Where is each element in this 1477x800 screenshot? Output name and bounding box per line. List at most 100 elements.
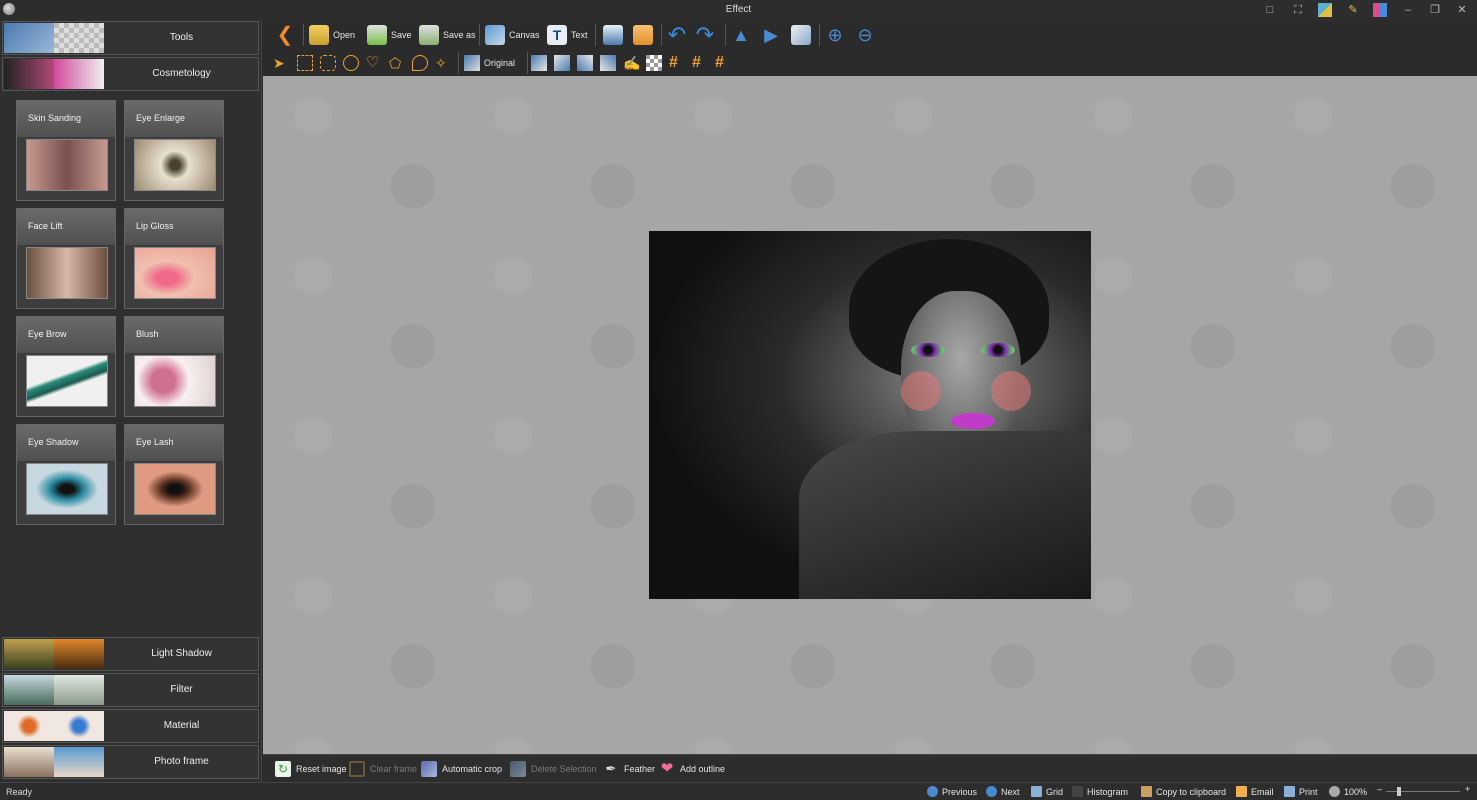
save-icon: [367, 25, 387, 45]
editing-canvas[interactable]: [263, 76, 1477, 754]
effect-eye-lash[interactable]: Eye Lash: [124, 424, 224, 525]
category-filter[interactable]: Filter: [2, 673, 259, 707]
reset-image-button[interactable]: ↻ Reset image: [275, 761, 347, 777]
zoom-plus-button[interactable]: +: [1465, 784, 1470, 794]
zoom-out-button[interactable]: ⊖: [855, 23, 875, 47]
zoom-slider-thumb[interactable]: [1396, 787, 1401, 796]
effect-lip-gloss[interactable]: Lip Gloss: [124, 208, 224, 309]
flip-vertical-button[interactable]: ▲: [731, 23, 751, 47]
checkerboard-icon: [646, 55, 662, 71]
image-adjust-icon: [554, 55, 570, 71]
email-status-button[interactable]: Email: [1236, 786, 1274, 797]
grid-tool-1[interactable]: #: [669, 51, 685, 75]
restore-icon[interactable]: ❐: [1428, 3, 1442, 17]
effect-face-lift[interactable]: Face Lift: [16, 208, 116, 309]
polygon-select-tool[interactable]: ⬠: [389, 51, 405, 75]
email-button[interactable]: [633, 23, 653, 47]
effect-eye-brow[interactable]: Eye Brow: [16, 316, 116, 417]
delete-selection-label: Delete Selection: [531, 764, 597, 774]
minimize-icon[interactable]: –: [1401, 3, 1415, 17]
automatic-crop-button[interactable]: Automatic crop: [421, 761, 502, 777]
status-text: Ready: [6, 787, 33, 797]
heart-outline-icon: ❤: [660, 760, 674, 777]
effect-eye-enlarge[interactable]: Eye Enlarge: [124, 100, 224, 201]
thumb-2: [54, 23, 104, 53]
text-icon: T: [547, 25, 567, 45]
lasso-select-tool[interactable]: [412, 51, 428, 75]
fullscreen-icon[interactable]: ⛶: [1291, 3, 1305, 17]
category-material[interactable]: Material: [2, 709, 259, 743]
category-thumbnail: [4, 23, 104, 53]
category-label: Cosmetology: [152, 68, 211, 79]
back-button[interactable]: ❮: [275, 23, 295, 47]
close-icon[interactable]: ✕: [1455, 3, 1469, 17]
add-outline-button[interactable]: ❤ Add outline: [659, 761, 725, 777]
original-button[interactable]: Original: [464, 51, 515, 75]
delete-selection-button[interactable]: Delete Selection: [510, 761, 597, 777]
heart-icon: ♡: [366, 54, 380, 71]
email-label: Email: [1251, 786, 1274, 797]
pointer-tool[interactable]: ➤: [273, 51, 289, 75]
category-light-shadow[interactable]: Light Shadow: [2, 637, 259, 671]
effect-skin-sanding[interactable]: Skin Sanding: [16, 100, 116, 201]
category-label: Light Shadow: [151, 648, 212, 659]
photo-blush-right: [991, 371, 1031, 411]
toolbar-separator: [661, 24, 662, 46]
thumb-1: [4, 747, 54, 777]
image-tool-3[interactable]: [577, 51, 593, 75]
print-status-button[interactable]: Print: [1284, 786, 1318, 797]
category-cosmetology[interactable]: Cosmetology: [2, 57, 259, 91]
thumb-2: [54, 675, 104, 705]
feather-button[interactable]: ✒ Feather: [603, 761, 655, 777]
ellipse-select-tool[interactable]: [343, 51, 359, 75]
text-label: Text: [571, 30, 588, 40]
image-adjust-icon: [600, 55, 616, 71]
redo-button[interactable]: ↷: [695, 23, 715, 47]
effect-thumbnail: [134, 355, 216, 407]
back-arrow-icon: ❮: [276, 24, 294, 46]
rounded-select-tool[interactable]: [320, 51, 336, 75]
rect-select-tool[interactable]: [297, 51, 313, 75]
thumb-2: [54, 747, 104, 777]
effect-blush[interactable]: Blush: [124, 316, 224, 417]
print-button[interactable]: [603, 23, 623, 47]
image-tool-4[interactable]: [600, 51, 616, 75]
zoom-in-button[interactable]: ⊕: [825, 23, 845, 47]
palette-icon[interactable]: [1373, 3, 1387, 17]
skin-icon[interactable]: [1318, 3, 1332, 17]
copy-to-clipboard-button[interactable]: Copy to clipboard: [1141, 786, 1226, 797]
previous-button[interactable]: Previous: [927, 786, 977, 797]
grid-tool-2[interactable]: #: [692, 51, 708, 75]
grid-tool-3[interactable]: #: [715, 51, 731, 75]
grid-button[interactable]: Grid: [1031, 786, 1063, 797]
pencil-icon[interactable]: ✎: [1346, 3, 1360, 17]
effect-label: Eye Brow: [28, 329, 67, 339]
flip-horizontal-button[interactable]: ▶: [761, 23, 781, 47]
document-icon[interactable]: □: [1263, 3, 1277, 17]
category-photo-frame[interactable]: Photo frame: [2, 745, 259, 779]
grid-label: Grid: [1046, 786, 1064, 797]
image-tool-2[interactable]: [554, 51, 570, 75]
zoom-minus-button[interactable]: –: [1377, 784, 1382, 794]
category-label: Tools: [169, 32, 194, 43]
save-button[interactable]: Save: [367, 23, 412, 47]
histogram-button[interactable]: Histogram: [1072, 786, 1128, 797]
effect-eye-shadow[interactable]: Eye Shadow: [16, 424, 116, 525]
transparency-tool[interactable]: [646, 51, 662, 75]
rotate-button[interactable]: [791, 23, 811, 47]
save-as-button[interactable]: Save as: [419, 23, 476, 47]
image-tool-1[interactable]: [531, 51, 547, 75]
open-button[interactable]: Open: [309, 23, 355, 47]
magic-wand-tool[interactable]: ✧: [435, 51, 451, 75]
zoom-slider[interactable]: [1386, 787, 1460, 796]
heart-select-tool[interactable]: ♡: [366, 51, 382, 75]
text-button[interactable]: T Text: [547, 23, 588, 47]
clear-frame-button[interactable]: Clear frame: [349, 761, 417, 777]
next-button[interactable]: Next: [986, 786, 1020, 797]
undo-button[interactable]: ↶: [667, 23, 687, 47]
cursor-icon: ➤: [273, 55, 285, 71]
category-tools[interactable]: Tools: [2, 21, 259, 55]
brush-tool[interactable]: ✍: [623, 51, 640, 75]
canvas-button[interactable]: Canvas: [485, 23, 540, 47]
edited-photo[interactable]: [649, 231, 1091, 599]
